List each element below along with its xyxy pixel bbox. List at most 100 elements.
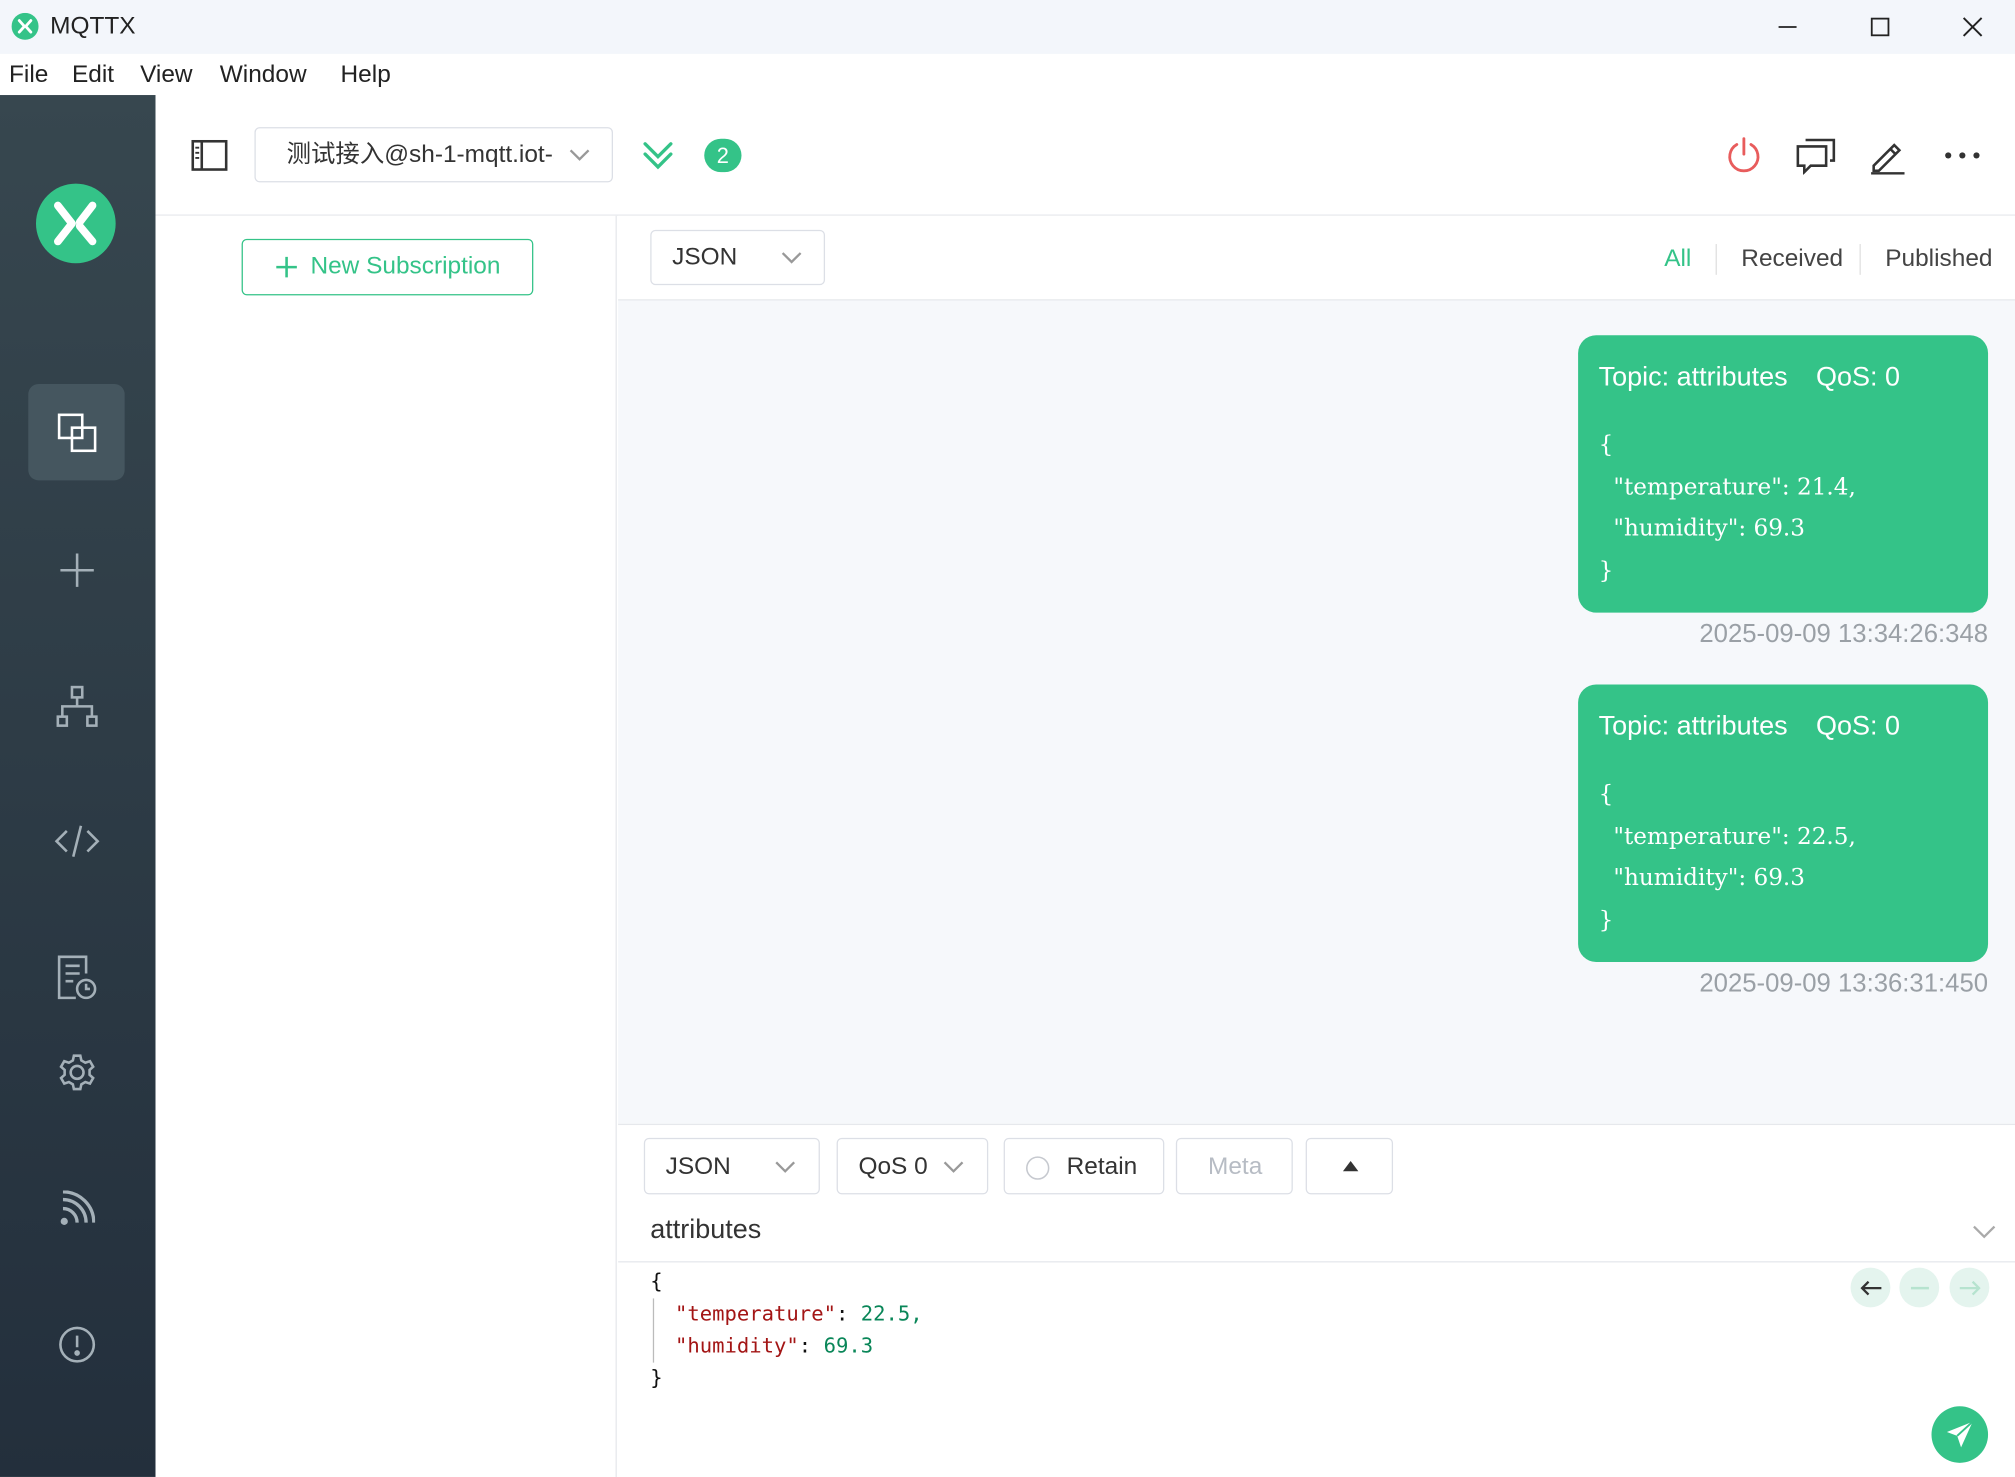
- chevron-down-icon: [775, 1161, 796, 1173]
- menu-edit[interactable]: Edit: [72, 59, 114, 92]
- retain-label: Retain: [1066, 1153, 1138, 1181]
- send-button[interactable]: [1931, 1406, 1989, 1463]
- publish-qos-select[interactable]: QoS 0: [836, 1137, 989, 1195]
- edit-icon: [1871, 143, 1905, 175]
- arrow-left-icon: [1859, 1280, 1881, 1295]
- subscription-count-badge: 2: [704, 138, 742, 173]
- plus-icon: [275, 256, 297, 278]
- filter-received-tab[interactable]: Received: [1741, 244, 1843, 275]
- payload-key: "temperature": [675, 1300, 836, 1326]
- message-payload: { "temperature": 22.5, "humidity": 69.3 …: [1598, 780, 1856, 934]
- message-bubble[interactable]: Topic: attributes QoS: 0 { "temperature":…: [1578, 684, 1989, 962]
- nav-topic-tree[interactable]: [28, 658, 124, 754]
- double-chevron-down-icon: [643, 142, 673, 170]
- payload-brace-open: {: [650, 1268, 663, 1294]
- disconnect-button[interactable]: [1718, 130, 1769, 181]
- message-header: Topic: attributes QoS: 0: [1599, 710, 1900, 743]
- minimize-icon: [1778, 26, 1797, 28]
- info-icon: [58, 1326, 95, 1363]
- new-window-button[interactable]: [1790, 130, 1841, 181]
- caret-up-icon: [1342, 1161, 1359, 1172]
- chevron-down-icon: [781, 252, 802, 264]
- chevron-down-icon[interactable]: [1971, 1221, 1997, 1242]
- code-icon: [54, 824, 99, 857]
- power-icon: [1728, 137, 1760, 173]
- message-timestamp: 2025-09-09 13:36:31:450: [1699, 969, 1989, 998]
- arrow-right-icon: [1959, 1280, 1981, 1295]
- menu-file[interactable]: File: [9, 59, 48, 92]
- sidebar-toggle-button[interactable]: [184, 130, 235, 181]
- menu-help[interactable]: Help: [341, 59, 391, 92]
- topic-tree-icon: [55, 685, 98, 727]
- payload-brace-close: }: [650, 1365, 663, 1390]
- nav-about[interactable]: [28, 1296, 124, 1392]
- filter-published-tab[interactable]: Published: [1885, 244, 1992, 275]
- history-back-button[interactable]: [1850, 1267, 1891, 1308]
- publish-format-select[interactable]: JSON: [643, 1137, 820, 1195]
- history-forward-button[interactable]: [1949, 1267, 1990, 1308]
- nav-subscribe[interactable]: [28, 1160, 124, 1256]
- more-button[interactable]: [1937, 130, 1988, 181]
- message-payload: { "temperature": 21.4, "humidity": 69.3 …: [1598, 431, 1856, 584]
- gear-icon: [58, 1053, 95, 1090]
- sidebar-toggle-icon: [191, 139, 228, 171]
- message-qos: QoS: 0: [1815, 711, 1900, 742]
- chat-window-icon: [1796, 138, 1836, 175]
- nav-script[interactable]: [28, 792, 124, 888]
- payload-value: 22.5,: [860, 1300, 923, 1326]
- publish-format-value: JSON: [665, 1153, 731, 1181]
- expand-publish-button[interactable]: [1305, 1137, 1394, 1195]
- payload-key: "humidity": [675, 1333, 799, 1358]
- connection-name: 测试接入@sh-1-mqtt.iot-a: [286, 141, 554, 169]
- close-icon: [1962, 17, 1983, 37]
- left-nav: [0, 95, 156, 1477]
- new-subscription-label: New Subscription: [310, 253, 501, 280]
- nav-connections[interactable]: [28, 384, 125, 481]
- rss-icon: [60, 1189, 95, 1225]
- nav-new-connection[interactable]: [28, 521, 124, 617]
- maximize-icon: [1870, 17, 1890, 37]
- payload-value: 69.3: [823, 1333, 874, 1358]
- title-bar: [0, 0, 2015, 54]
- menu-view[interactable]: View: [140, 59, 192, 92]
- close-button[interactable]: [1934, 0, 2011, 54]
- retain-toggle[interactable]: Retain: [1003, 1137, 1165, 1195]
- message-timestamp: 2025-09-09 13:34:26:348: [1699, 620, 1989, 649]
- publish-topic-input[interactable]: attributes: [650, 1212, 1935, 1248]
- payload-line: "temperature": 22.5,: [675, 1300, 923, 1326]
- plus-icon: [59, 552, 94, 587]
- filter-divider: [1715, 244, 1717, 275]
- nav-log[interactable]: [28, 929, 124, 1025]
- history-clear-button[interactable]: [1899, 1267, 1940, 1308]
- connections-icon: [57, 412, 96, 452]
- minimize-button[interactable]: [1749, 0, 1826, 54]
- message-header: Topic: attributes QoS: 0: [1599, 361, 1900, 394]
- chevron-down-icon: [943, 1161, 964, 1173]
- indent-guide: [652, 1298, 655, 1363]
- publish-qos-value: QoS 0: [858, 1153, 928, 1181]
- filter-divider: [1859, 244, 1861, 275]
- message-qos: QoS: 0: [1815, 362, 1900, 392]
- chevron-down-icon: [569, 149, 590, 161]
- message-topic: Topic: attributes: [1598, 362, 1788, 392]
- minus-icon: [1910, 1286, 1929, 1289]
- publish-payload-editor[interactable]: { "temperature": 22.5, "humidity": 69.3}: [650, 1265, 922, 1393]
- meta-label: Meta: [1207, 1153, 1263, 1181]
- collapse-messages-button[interactable]: [639, 136, 678, 175]
- radio-unchecked-icon: [1026, 1156, 1050, 1180]
- mqttx-logo-icon: [35, 182, 117, 264]
- more-dots-icon: [1945, 152, 1980, 159]
- menu-window[interactable]: Window: [220, 59, 307, 92]
- edit-connection-button[interactable]: [1862, 130, 1913, 181]
- payload-format-value: JSON: [672, 244, 738, 271]
- window-title: MQTTX: [50, 12, 136, 40]
- message-bubble[interactable]: Topic: attributes QoS: 0 { "temperature":…: [1578, 335, 1989, 613]
- subscriptions-panel: [155, 215, 617, 1477]
- payload-format-select[interactable]: JSON: [650, 229, 826, 286]
- meta-button[interactable]: Meta: [1175, 1137, 1293, 1195]
- new-subscription-button[interactable]: New Subscription: [241, 238, 534, 296]
- nav-settings[interactable]: [28, 1024, 124, 1120]
- connection-select[interactable]: 测试接入@sh-1-mqtt.iot-a: [254, 127, 613, 183]
- filter-all-tab[interactable]: All: [1664, 244, 1691, 275]
- maximize-button[interactable]: [1842, 0, 1919, 54]
